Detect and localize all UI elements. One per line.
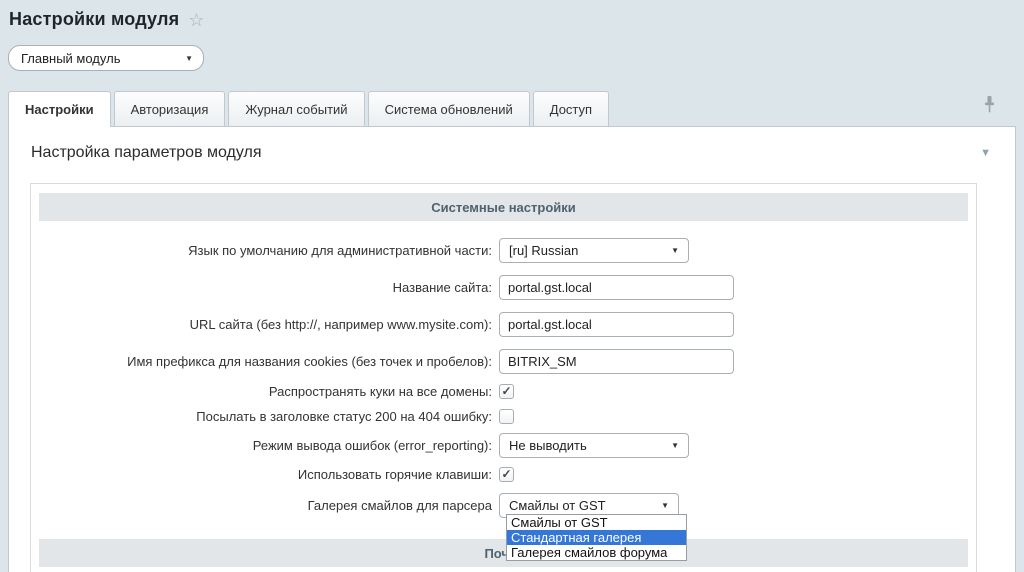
field-label: Распространять куки на все домены: [39, 384, 492, 399]
page-header: Настройки модуля ☆ [0, 0, 1024, 30]
field-label: Название сайта: [39, 280, 492, 295]
section-bar-system: Системные настройки [39, 193, 968, 221]
form-row-cookie-prefix: Имя префикса для названия cookies (без т… [39, 349, 968, 374]
tab-bar: Настройки Авторизация Журнал событий Сис… [8, 91, 1016, 126]
spread-cookies-checkbox[interactable]: ✓ [499, 384, 514, 399]
field-label: Имя префикса для названия cookies (без т… [39, 354, 492, 369]
module-select-value: Главный модуль [21, 51, 120, 66]
field-label: Посылать в заголовке статус 200 на 404 о… [39, 409, 492, 424]
form-row-error-reporting: Режим вывода ошибок (error_reporting): Н… [39, 433, 968, 458]
smiley-gallery-dropdown: Смайлы от GST Стандартная галерея Галере… [506, 514, 687, 561]
site-name-input[interactable] [499, 275, 734, 300]
status-200-checkbox[interactable] [499, 409, 514, 424]
form-row-spread-cookies: Распространять куки на все домены: ✓ [39, 384, 968, 399]
tab-update-system[interactable]: Система обновлений [368, 91, 530, 126]
settings-form: Системные настройки Язык по умолчанию дл… [30, 183, 977, 572]
select-value: Смайлы от GST [509, 498, 606, 513]
tab-settings[interactable]: Настройки [8, 91, 111, 127]
page-title: Настройки модуля [9, 9, 179, 30]
form-row-site-name: Название сайта: [39, 275, 968, 300]
module-select[interactable]: Главный модуль ▼ [8, 45, 204, 71]
dropdown-option[interactable]: Галерея смайлов форума [507, 545, 686, 560]
form-row-smiley-gallery: Галерея смайлов для парсера Смайлы от GS… [39, 493, 968, 518]
panel-header: Настройка параметров модуля ▼ [9, 127, 1015, 163]
chevron-down-icon: ▼ [185, 54, 193, 63]
section-bar-mail: Почта [39, 539, 968, 567]
field-label: Язык по умолчанию для административной ч… [39, 243, 492, 258]
admin-language-select[interactable]: [ru] Russian ▼ [499, 238, 689, 263]
cookie-prefix-input[interactable] [499, 349, 734, 374]
error-reporting-select[interactable]: Не выводить ▼ [499, 433, 689, 458]
field-label: Использовать горячие клавиши: [39, 467, 492, 482]
form-row-hotkeys: Использовать горячие клавиши: ✓ [39, 467, 968, 482]
pin-icon[interactable] [983, 96, 996, 118]
site-url-input[interactable] [499, 312, 734, 337]
panel-title: Настройка параметров модуля [31, 142, 262, 163]
tab-authorization[interactable]: Авторизация [114, 91, 226, 126]
favorite-star-icon[interactable]: ☆ [188, 11, 204, 29]
form-row-site-url: URL сайта (без http://, например www.mys… [39, 312, 968, 337]
collapse-arrow-icon[interactable]: ▼ [980, 147, 991, 159]
chevron-down-icon: ▼ [671, 441, 679, 450]
field-label: Режим вывода ошибок (error_reporting): [39, 438, 492, 453]
chevron-down-icon: ▼ [661, 501, 669, 510]
field-label: Галерея смайлов для парсера [39, 498, 492, 513]
tab-access[interactable]: Доступ [533, 91, 609, 126]
form-row-admin-language: Язык по умолчанию для административной ч… [39, 238, 968, 263]
tab-event-log[interactable]: Журнал событий [228, 91, 364, 126]
chevron-down-icon: ▼ [671, 246, 679, 255]
settings-panel: Настройка параметров модуля ▼ Системные … [8, 126, 1016, 572]
select-value: Не выводить [509, 438, 587, 453]
dropdown-option-highlighted[interactable]: Стандартная галерея [507, 530, 686, 545]
hotkeys-checkbox[interactable]: ✓ [499, 467, 514, 482]
select-value: [ru] Russian [509, 243, 578, 258]
dropdown-option[interactable]: Смайлы от GST [507, 515, 686, 530]
field-label: URL сайта (без http://, например www.mys… [39, 317, 492, 332]
form-row-status-200: Посылать в заголовке статус 200 на 404 о… [39, 409, 968, 424]
